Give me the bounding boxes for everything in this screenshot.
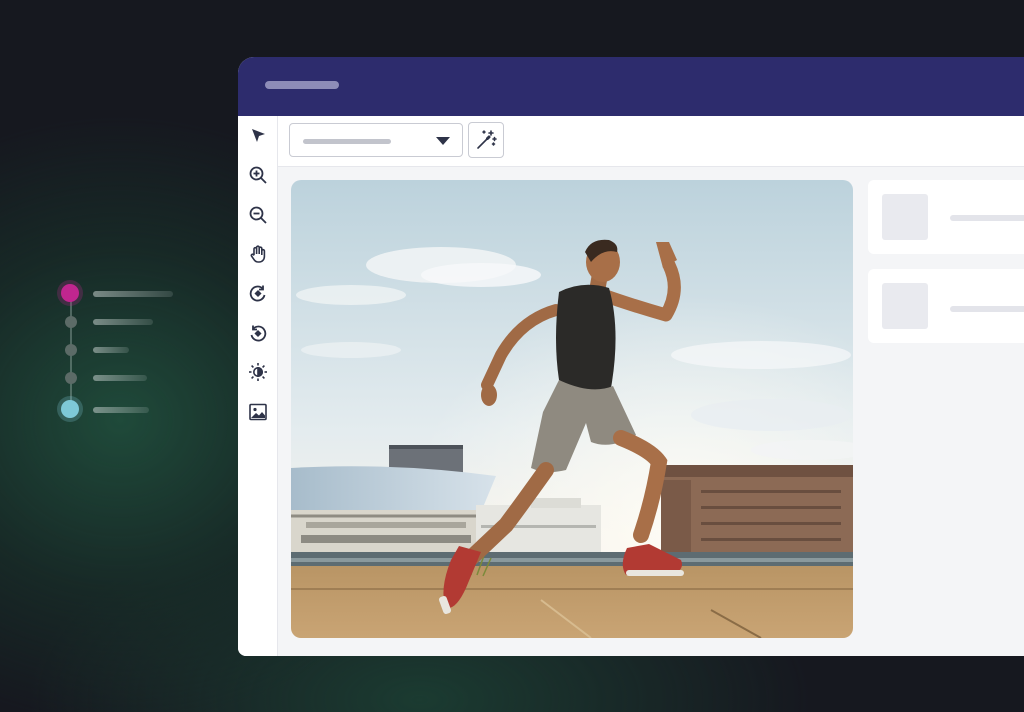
zoom-in-icon[interactable] [245, 162, 271, 188]
step-2-indicator [65, 316, 77, 328]
step-2[interactable] [58, 308, 198, 334]
result-card-1[interactable] [868, 180, 1024, 254]
step-5[interactable] [58, 396, 198, 422]
hand-icon[interactable] [245, 241, 271, 267]
step-1[interactable] [58, 280, 198, 306]
step-3-label [93, 347, 129, 353]
mode-dropdown[interactable] [289, 123, 463, 157]
progress-steps [58, 280, 198, 430]
step-2-label [93, 319, 153, 325]
magic-wand-icon [477, 130, 497, 149]
step-4-indicator [65, 372, 77, 384]
result-label-placeholder [950, 215, 1024, 221]
step-5-indicator [61, 400, 79, 418]
dropdown-value-placeholder [303, 139, 391, 144]
step-3[interactable] [58, 336, 198, 362]
window-titlebar [238, 57, 1024, 116]
image-icon[interactable] [245, 399, 271, 425]
result-label-placeholder [950, 306, 1024, 312]
result-thumbnail [882, 194, 928, 240]
brightness-icon[interactable] [245, 359, 271, 385]
runner-photo [291, 180, 853, 638]
tool-sidebar [238, 116, 278, 656]
chevron-down-icon [436, 137, 450, 145]
step-1-indicator [61, 284, 79, 302]
magic-wand-button[interactable] [468, 122, 504, 158]
step-1-label [93, 291, 173, 297]
window-title-placeholder [265, 81, 339, 89]
editor-window [238, 57, 1024, 656]
step-5-label [93, 407, 149, 413]
canvas-image[interactable] [291, 180, 853, 638]
zoom-out-icon[interactable] [245, 202, 271, 228]
step-4-label [93, 375, 147, 381]
result-card-2[interactable] [868, 269, 1024, 343]
pointer-icon[interactable] [245, 123, 271, 149]
rotate-right-icon[interactable] [245, 280, 271, 306]
result-thumbnail [882, 283, 928, 329]
step-3-indicator [65, 344, 77, 356]
rotate-left-icon[interactable] [245, 320, 271, 346]
step-4[interactable] [58, 364, 198, 390]
editor-toolbar [278, 116, 1024, 167]
